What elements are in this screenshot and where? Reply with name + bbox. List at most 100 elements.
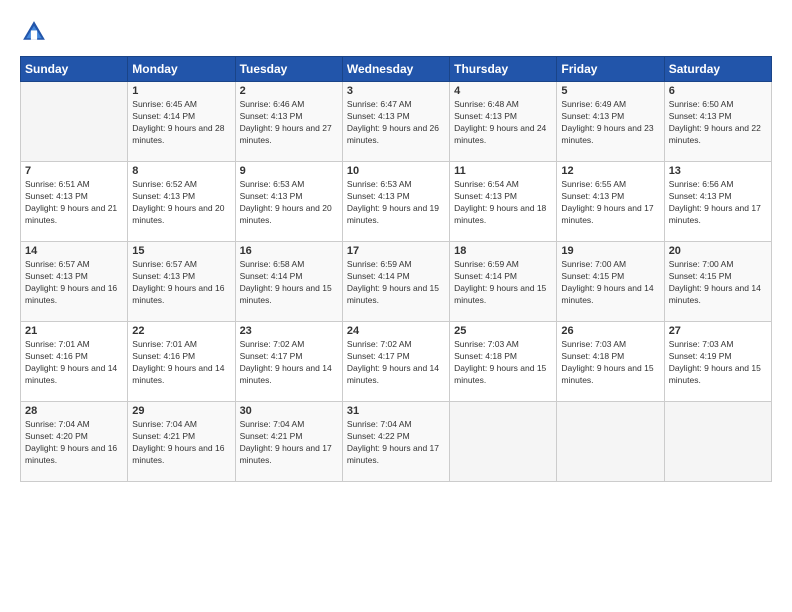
day-info: Sunrise: 7:01 AM Sunset: 4:16 PM Dayligh… bbox=[132, 339, 230, 387]
sunrise-text: Sunrise: 6:56 AM bbox=[669, 179, 734, 189]
day-number: 18 bbox=[454, 245, 552, 257]
daylight-text: Daylight: 9 hours and 15 minutes. bbox=[561, 363, 653, 385]
daylight-text: Daylight: 9 hours and 20 minutes. bbox=[132, 203, 224, 225]
day-info: Sunrise: 6:58 AM Sunset: 4:14 PM Dayligh… bbox=[240, 259, 338, 307]
cell-w3-d2: 15 Sunrise: 6:57 AM Sunset: 4:13 PM Dayl… bbox=[128, 242, 235, 322]
day-info: Sunrise: 7:02 AM Sunset: 4:17 PM Dayligh… bbox=[240, 339, 338, 387]
day-number: 9 bbox=[240, 165, 338, 177]
day-number: 19 bbox=[561, 245, 659, 257]
cell-w5-d1: 28 Sunrise: 7:04 AM Sunset: 4:20 PM Dayl… bbox=[21, 402, 128, 482]
cell-w5-d3: 30 Sunrise: 7:04 AM Sunset: 4:21 PM Dayl… bbox=[235, 402, 342, 482]
sunset-text: Sunset: 4:13 PM bbox=[347, 191, 410, 201]
day-number: 17 bbox=[347, 245, 445, 257]
day-info: Sunrise: 7:04 AM Sunset: 4:21 PM Dayligh… bbox=[132, 419, 230, 467]
sunset-text: Sunset: 4:19 PM bbox=[669, 351, 732, 361]
sunrise-text: Sunrise: 6:58 AM bbox=[240, 259, 305, 269]
daylight-text: Daylight: 9 hours and 16 minutes. bbox=[132, 283, 224, 305]
day-number: 22 bbox=[132, 325, 230, 337]
day-number: 24 bbox=[347, 325, 445, 337]
sunset-text: Sunset: 4:14 PM bbox=[454, 271, 517, 281]
sunset-text: Sunset: 4:18 PM bbox=[561, 351, 624, 361]
cell-w5-d6 bbox=[557, 402, 664, 482]
cell-w2-d5: 11 Sunrise: 6:54 AM Sunset: 4:13 PM Dayl… bbox=[450, 162, 557, 242]
day-info: Sunrise: 6:50 AM Sunset: 4:13 PM Dayligh… bbox=[669, 99, 767, 147]
daylight-text: Daylight: 9 hours and 24 minutes. bbox=[454, 123, 546, 145]
cell-w3-d3: 16 Sunrise: 6:58 AM Sunset: 4:14 PM Dayl… bbox=[235, 242, 342, 322]
cell-w3-d4: 17 Sunrise: 6:59 AM Sunset: 4:14 PM Dayl… bbox=[342, 242, 449, 322]
sunrise-text: Sunrise: 7:03 AM bbox=[561, 339, 626, 349]
daylight-text: Daylight: 9 hours and 16 minutes. bbox=[25, 283, 117, 305]
sunset-text: Sunset: 4:13 PM bbox=[561, 111, 624, 121]
day-number: 30 bbox=[240, 405, 338, 417]
day-info: Sunrise: 6:54 AM Sunset: 4:13 PM Dayligh… bbox=[454, 179, 552, 227]
daylight-text: Daylight: 9 hours and 22 minutes. bbox=[669, 123, 761, 145]
day-info: Sunrise: 7:01 AM Sunset: 4:16 PM Dayligh… bbox=[25, 339, 123, 387]
sunset-text: Sunset: 4:13 PM bbox=[669, 191, 732, 201]
day-number: 27 bbox=[669, 325, 767, 337]
sunset-text: Sunset: 4:13 PM bbox=[25, 191, 88, 201]
day-info: Sunrise: 7:00 AM Sunset: 4:15 PM Dayligh… bbox=[561, 259, 659, 307]
sunrise-text: Sunrise: 7:04 AM bbox=[240, 419, 305, 429]
cell-w1-d6: 5 Sunrise: 6:49 AM Sunset: 4:13 PM Dayli… bbox=[557, 82, 664, 162]
cell-w4-d4: 24 Sunrise: 7:02 AM Sunset: 4:17 PM Dayl… bbox=[342, 322, 449, 402]
day-number: 8 bbox=[132, 165, 230, 177]
day-number: 3 bbox=[347, 85, 445, 97]
day-info: Sunrise: 6:46 AM Sunset: 4:13 PM Dayligh… bbox=[240, 99, 338, 147]
logo-icon bbox=[20, 18, 48, 46]
sunrise-text: Sunrise: 6:50 AM bbox=[669, 99, 734, 109]
sunset-text: Sunset: 4:17 PM bbox=[347, 351, 410, 361]
day-number: 28 bbox=[25, 405, 123, 417]
cell-w1-d3: 2 Sunrise: 6:46 AM Sunset: 4:13 PM Dayli… bbox=[235, 82, 342, 162]
day-info: Sunrise: 6:53 AM Sunset: 4:13 PM Dayligh… bbox=[347, 179, 445, 227]
cell-w4-d5: 25 Sunrise: 7:03 AM Sunset: 4:18 PM Dayl… bbox=[450, 322, 557, 402]
day-number: 26 bbox=[561, 325, 659, 337]
sunrise-text: Sunrise: 7:04 AM bbox=[25, 419, 90, 429]
daylight-text: Daylight: 9 hours and 16 minutes. bbox=[25, 443, 117, 465]
sunrise-text: Sunrise: 6:46 AM bbox=[240, 99, 305, 109]
day-info: Sunrise: 6:55 AM Sunset: 4:13 PM Dayligh… bbox=[561, 179, 659, 227]
weekday-friday: Friday bbox=[557, 57, 664, 82]
weekday-tuesday: Tuesday bbox=[235, 57, 342, 82]
sunrise-text: Sunrise: 7:01 AM bbox=[25, 339, 90, 349]
cell-w4-d3: 23 Sunrise: 7:02 AM Sunset: 4:17 PM Dayl… bbox=[235, 322, 342, 402]
daylight-text: Daylight: 9 hours and 17 minutes. bbox=[347, 443, 439, 465]
week-row-3: 14 Sunrise: 6:57 AM Sunset: 4:13 PM Dayl… bbox=[21, 242, 772, 322]
sunrise-text: Sunrise: 6:48 AM bbox=[454, 99, 519, 109]
week-row-5: 28 Sunrise: 7:04 AM Sunset: 4:20 PM Dayl… bbox=[21, 402, 772, 482]
sunset-text: Sunset: 4:18 PM bbox=[454, 351, 517, 361]
calendar-body: 1 Sunrise: 6:45 AM Sunset: 4:14 PM Dayli… bbox=[21, 82, 772, 482]
cell-w1-d2: 1 Sunrise: 6:45 AM Sunset: 4:14 PM Dayli… bbox=[128, 82, 235, 162]
sunrise-text: Sunrise: 6:53 AM bbox=[347, 179, 412, 189]
daylight-text: Daylight: 9 hours and 16 minutes. bbox=[132, 443, 224, 465]
day-number: 20 bbox=[669, 245, 767, 257]
day-number: 12 bbox=[561, 165, 659, 177]
sunrise-text: Sunrise: 7:00 AM bbox=[669, 259, 734, 269]
sunset-text: Sunset: 4:13 PM bbox=[132, 271, 195, 281]
daylight-text: Daylight: 9 hours and 17 minutes. bbox=[561, 203, 653, 225]
sunrise-text: Sunrise: 6:57 AM bbox=[132, 259, 197, 269]
sunset-text: Sunset: 4:14 PM bbox=[240, 271, 303, 281]
cell-w2-d4: 10 Sunrise: 6:53 AM Sunset: 4:13 PM Dayl… bbox=[342, 162, 449, 242]
cell-w3-d1: 14 Sunrise: 6:57 AM Sunset: 4:13 PM Dayl… bbox=[21, 242, 128, 322]
page: SundayMondayTuesdayWednesdayThursdayFrid… bbox=[0, 0, 792, 612]
day-info: Sunrise: 7:02 AM Sunset: 4:17 PM Dayligh… bbox=[347, 339, 445, 387]
logo bbox=[20, 18, 52, 46]
calendar-header: SundayMondayTuesdayWednesdayThursdayFrid… bbox=[21, 57, 772, 82]
sunrise-text: Sunrise: 6:47 AM bbox=[347, 99, 412, 109]
daylight-text: Daylight: 9 hours and 19 minutes. bbox=[347, 203, 439, 225]
day-number: 2 bbox=[240, 85, 338, 97]
cell-w1-d4: 3 Sunrise: 6:47 AM Sunset: 4:13 PM Dayli… bbox=[342, 82, 449, 162]
day-info: Sunrise: 6:51 AM Sunset: 4:13 PM Dayligh… bbox=[25, 179, 123, 227]
day-number: 29 bbox=[132, 405, 230, 417]
day-number: 5 bbox=[561, 85, 659, 97]
day-number: 10 bbox=[347, 165, 445, 177]
calendar-table: SundayMondayTuesdayWednesdayThursdayFrid… bbox=[20, 56, 772, 482]
sunset-text: Sunset: 4:13 PM bbox=[561, 191, 624, 201]
sunrise-text: Sunrise: 7:00 AM bbox=[561, 259, 626, 269]
weekday-sunday: Sunday bbox=[21, 57, 128, 82]
day-info: Sunrise: 6:57 AM Sunset: 4:13 PM Dayligh… bbox=[132, 259, 230, 307]
daylight-text: Daylight: 9 hours and 17 minutes. bbox=[669, 203, 761, 225]
day-info: Sunrise: 7:03 AM Sunset: 4:18 PM Dayligh… bbox=[561, 339, 659, 387]
daylight-text: Daylight: 9 hours and 14 minutes. bbox=[561, 283, 653, 305]
sunrise-text: Sunrise: 6:57 AM bbox=[25, 259, 90, 269]
